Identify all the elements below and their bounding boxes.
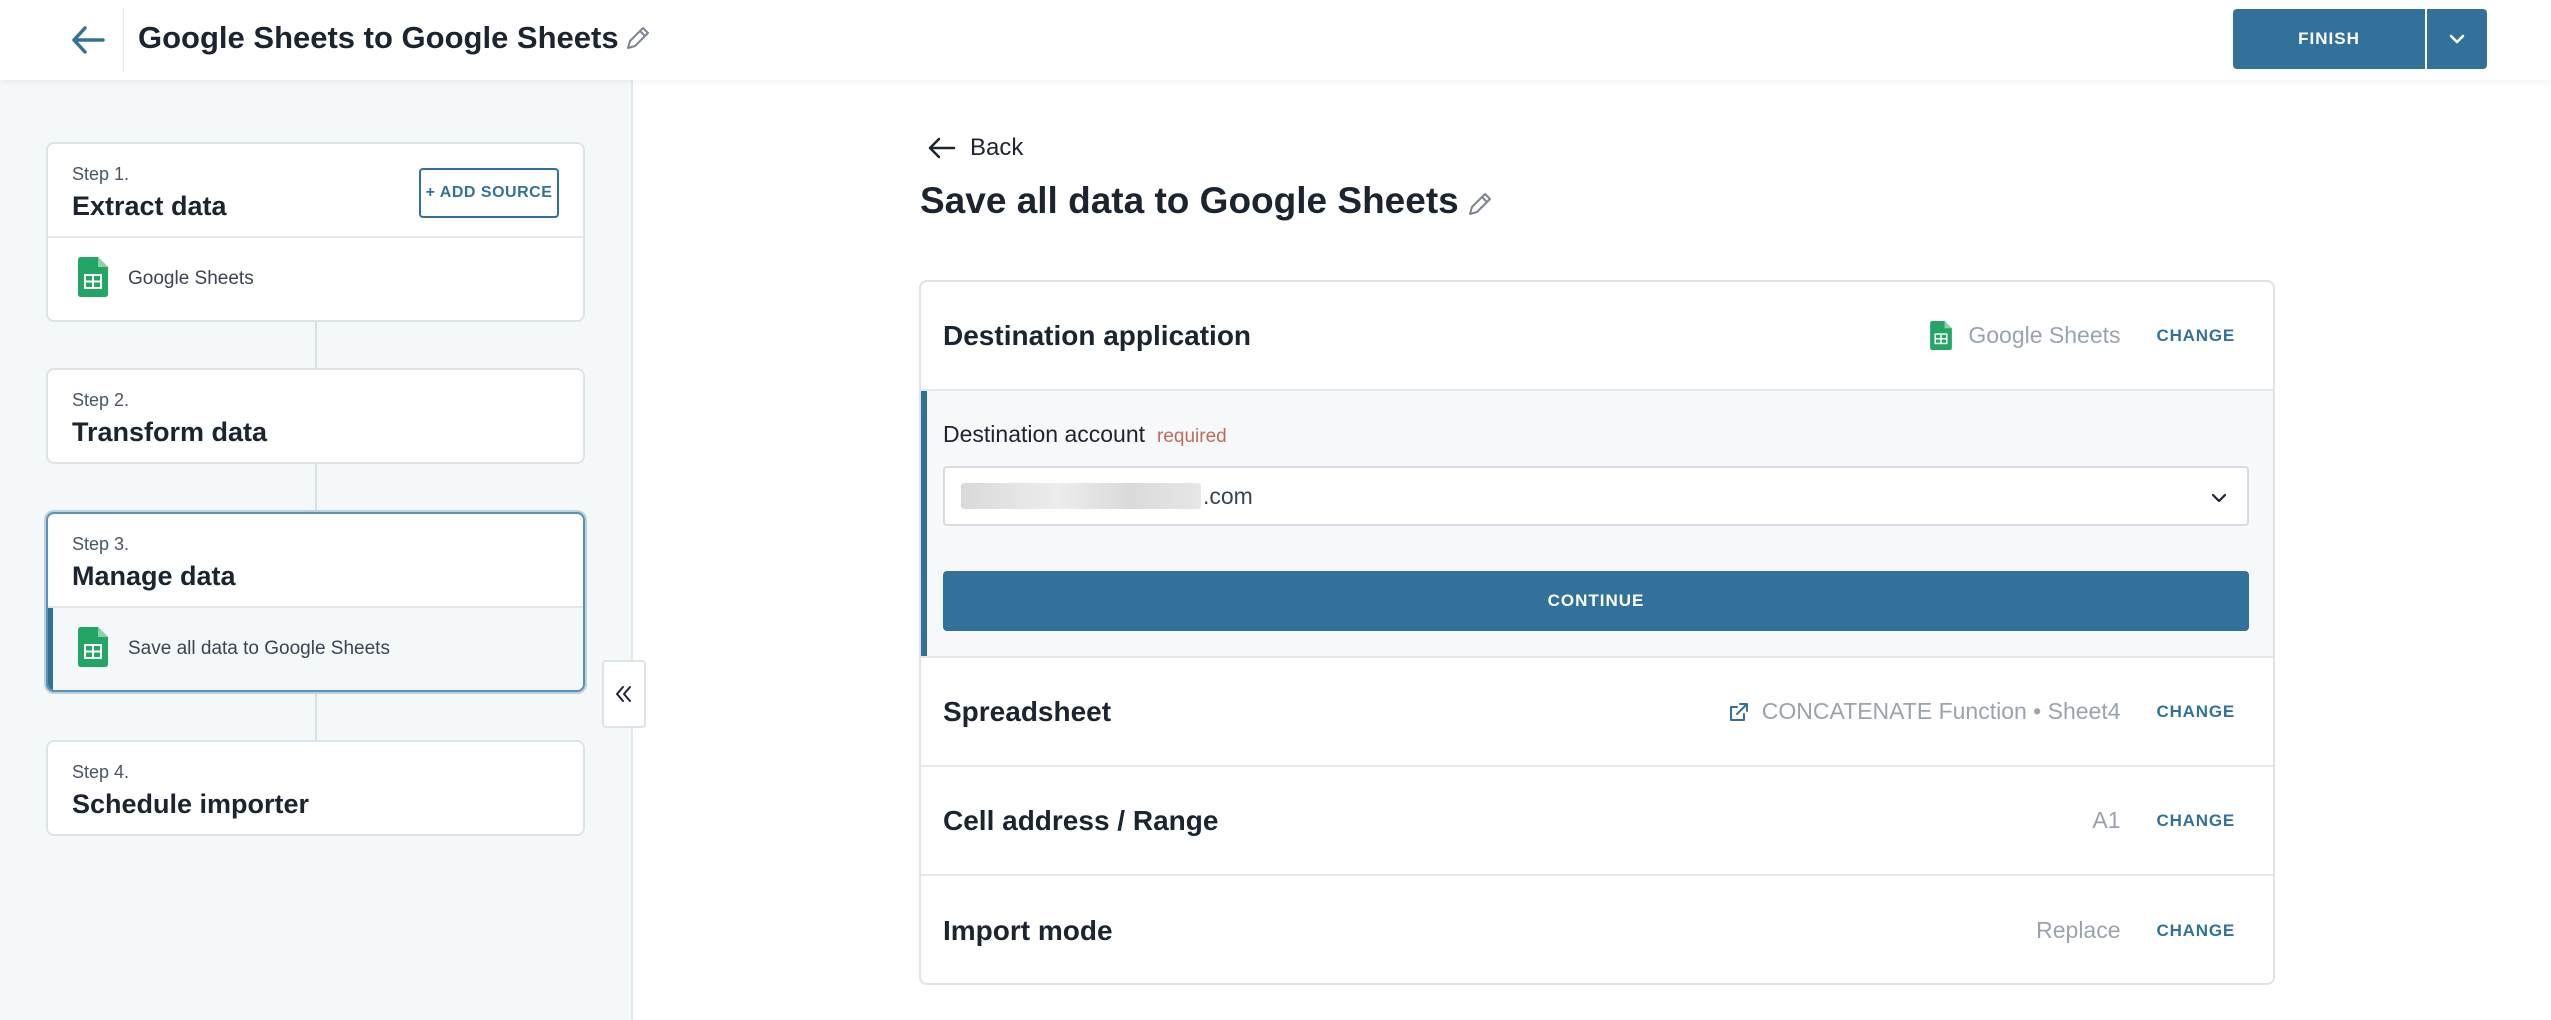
step-header[interactable]: Step 1. Extract data + ADD SOURCE xyxy=(48,144,583,236)
change-cell-range-button[interactable]: CHANGE xyxy=(2157,811,2235,831)
import-mode-value: Replace xyxy=(2036,917,2121,943)
step-name: Manage data xyxy=(72,561,236,591)
change-destination-button[interactable]: CHANGE xyxy=(2157,326,2235,346)
step-name: Schedule importer xyxy=(72,789,310,819)
back-label: Back xyxy=(970,134,1024,161)
destination-account-select[interactable]: .com xyxy=(943,466,2249,526)
step-item-label: Google Sheets xyxy=(128,268,254,289)
cell-range-value: A1 xyxy=(2092,807,2121,833)
step-name: Transform data xyxy=(72,417,268,447)
external-link-icon[interactable] xyxy=(1728,701,1750,723)
destination-app-value: Google Sheets xyxy=(1968,322,2121,348)
flow-title: Google Sheets to Google Sheets xyxy=(138,20,619,55)
top-header: Google Sheets to Google Sheets FINISH xyxy=(0,0,2551,80)
step-card-transform: Step 2. Transform data xyxy=(46,368,585,464)
pencil-icon[interactable] xyxy=(624,24,654,54)
step-connector xyxy=(315,464,317,512)
destination-account-section: Destination account required .com CONTIN… xyxy=(921,391,2273,658)
finish-separator xyxy=(2425,9,2427,69)
finish-button-group: FINISH xyxy=(2233,9,2487,69)
step-item-google-sheets-source[interactable]: Google Sheets xyxy=(48,236,583,320)
step-card-schedule: Step 4. Schedule importer xyxy=(46,740,585,836)
collapse-sidebar-button[interactable] xyxy=(602,660,646,728)
step-header[interactable]: Step 3. Manage data xyxy=(48,514,583,606)
row-label: Cell address / Range xyxy=(943,804,1219,836)
required-badge: required xyxy=(1157,426,1227,447)
back-link[interactable]: Back xyxy=(928,134,1023,162)
step-card-extract: Step 1. Extract data + ADD SOURCE Google… xyxy=(46,142,585,322)
step-item-label: Save all data to Google Sheets xyxy=(128,638,390,659)
add-source-button[interactable]: + ADD SOURCE xyxy=(419,168,559,218)
row-label: Destination application xyxy=(943,319,1252,351)
import-mode-row: Import mode Replace CHANGE xyxy=(921,876,2273,983)
step-connector xyxy=(315,320,317,368)
redacted-email xyxy=(961,483,1201,509)
step-number: Step 2. xyxy=(72,390,130,410)
chevron-down-icon xyxy=(2211,493,2227,503)
row-value: Google Sheets xyxy=(1930,321,2121,350)
row-label: Import mode xyxy=(943,914,1113,946)
row-label: Spreadsheet xyxy=(943,695,1112,727)
chevron-down-icon xyxy=(2449,34,2465,44)
destination-application-row: Destination application Google Sheets CH… xyxy=(921,282,2273,391)
row-right: CONCATENATE Function • Sheet4 CHANGE xyxy=(1728,658,2235,765)
continue-button[interactable]: CONTINUE xyxy=(943,571,2249,631)
back-arrow-icon[interactable] xyxy=(66,18,110,62)
row-right: Replace CHANGE xyxy=(2036,876,2235,983)
spreadsheet-row: Spreadsheet CONCATENATE Function • Sheet… xyxy=(921,658,2273,767)
change-spreadsheet-button[interactable]: CHANGE xyxy=(2157,702,2235,722)
change-import-mode-button[interactable]: CHANGE xyxy=(2157,921,2235,941)
steps-sidebar: Step 1. Extract data + ADD SOURCE Google… xyxy=(0,80,633,1020)
finish-button[interactable]: FINISH xyxy=(2233,9,2425,69)
arrow-left-icon xyxy=(928,137,956,159)
page-title: Save all data to Google Sheets xyxy=(920,180,1459,221)
step-item-save-to-google-sheets[interactable]: Save all data to Google Sheets xyxy=(48,606,583,690)
row-right: Google Sheets CHANGE xyxy=(1930,282,2235,389)
pencil-icon[interactable] xyxy=(1466,190,1496,220)
account-domain: .com xyxy=(1203,482,1253,509)
spreadsheet-value: CONCATENATE Function • Sheet4 xyxy=(1761,698,2121,724)
finish-options-button[interactable] xyxy=(2427,9,2487,69)
step-header[interactable]: Step 2. Transform data xyxy=(48,370,583,462)
google-sheets-icon xyxy=(78,256,108,302)
step-header[interactable]: Step 4. Schedule importer xyxy=(48,742,583,834)
double-chevron-left-icon xyxy=(616,686,631,702)
row-right: A1 CHANGE xyxy=(2092,767,2235,874)
step-card-manage: Step 3. Manage data Save all data to Goo… xyxy=(46,512,585,692)
cell-range-row: Cell address / Range A1 CHANGE xyxy=(921,767,2273,876)
step-connector xyxy=(315,692,317,740)
google-sheets-icon xyxy=(78,626,108,672)
header-divider xyxy=(123,8,124,72)
step-number: Step 3. xyxy=(72,534,130,554)
account-label: Destination account xyxy=(943,421,1146,447)
account-label-line: Destination account required xyxy=(943,421,1227,448)
row-value: CONCATENATE Function • Sheet4 xyxy=(1728,698,2121,725)
google-sheets-icon xyxy=(1930,321,1953,350)
destination-settings-panel: Destination application Google Sheets CH… xyxy=(919,280,2275,985)
step-number: Step 4. xyxy=(72,762,130,782)
